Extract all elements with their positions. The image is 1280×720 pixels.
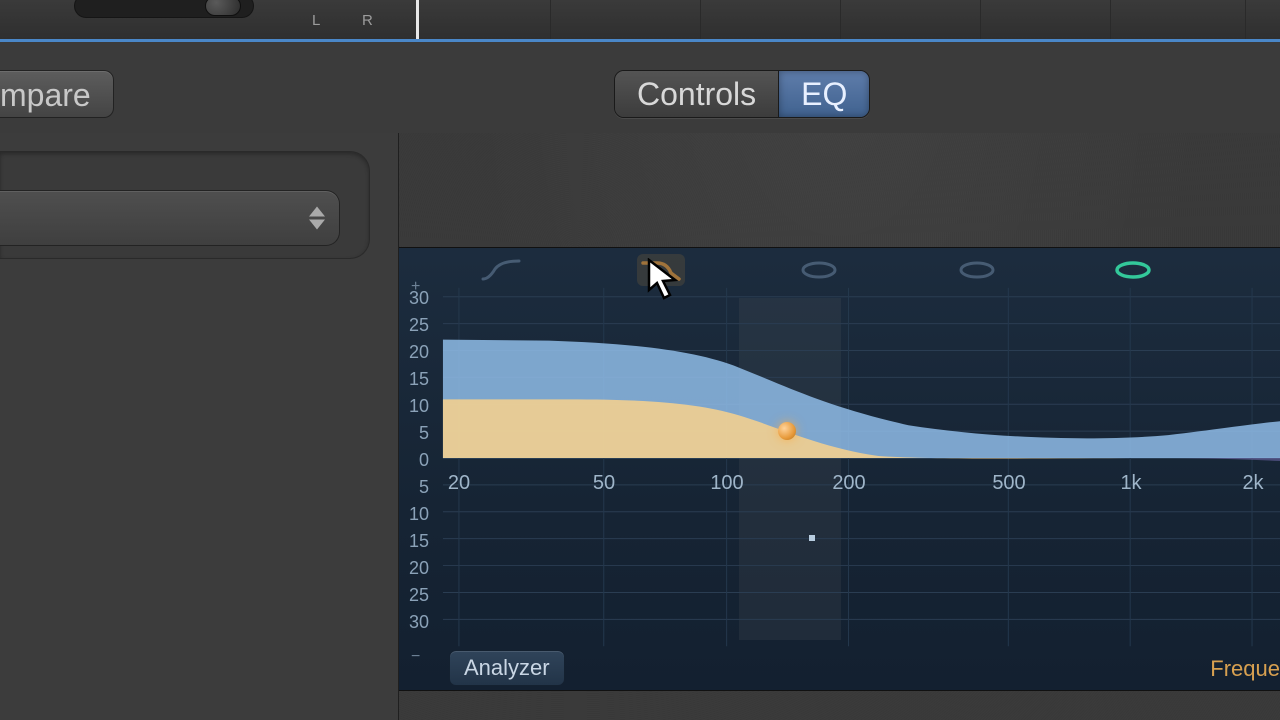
- y-tick: 20: [403, 342, 429, 363]
- transport-strip: L R: [0, 0, 1280, 40]
- compare-button[interactable]: mpare: [0, 70, 114, 118]
- tab-controls[interactable]: Controls: [615, 71, 779, 117]
- band-q-handle[interactable]: [809, 535, 815, 541]
- editor-tabs: Controls EQ: [614, 70, 870, 118]
- eq-area: + 30 25 20 15 10 5 0 5 10 15 20 25 30 − …: [398, 133, 1280, 720]
- analyzer-label: Analyzer: [464, 655, 550, 680]
- y-tick: 10: [403, 396, 429, 417]
- analyzer-button[interactable]: Analyzer: [449, 650, 565, 686]
- band-handle[interactable]: [778, 422, 796, 440]
- y-minus-icon: −: [411, 648, 420, 666]
- y-tick: 20: [403, 558, 429, 579]
- band-peak2-icon[interactable]: [953, 254, 1001, 286]
- band-lowshelf-icon[interactable]: [637, 254, 685, 286]
- left-panel: [0, 133, 398, 720]
- y-tick: 5: [403, 423, 429, 444]
- y-tick: 30: [403, 612, 429, 633]
- tab-eq[interactable]: EQ: [779, 71, 869, 117]
- ruler-tick: [1110, 0, 1111, 40]
- tab-controls-label: Controls: [637, 76, 756, 112]
- pan-knob[interactable]: [205, 0, 241, 16]
- stepper-icon: [309, 207, 327, 230]
- x-tick: 500: [992, 472, 1025, 495]
- ruler-tick: [1245, 0, 1246, 40]
- y-tick: 15: [403, 531, 429, 552]
- pan-left-label: L: [312, 12, 320, 29]
- playhead-marker[interactable]: [416, 0, 419, 40]
- y-tick: 5: [403, 477, 429, 498]
- y-tick: 0: [403, 450, 429, 471]
- y-tick: 15: [403, 369, 429, 390]
- ruler-tick: [980, 0, 981, 40]
- eq-graph[interactable]: [399, 248, 1280, 690]
- y-tick: 25: [403, 585, 429, 606]
- band-highpass-icon[interactable]: [477, 254, 525, 286]
- x-tick: 2k: [1242, 472, 1263, 495]
- tab-eq-label: EQ: [801, 76, 847, 112]
- x-tick: 200: [832, 472, 865, 495]
- band-peak3-icon[interactable]: [1109, 254, 1157, 286]
- x-tick: 50: [593, 472, 615, 495]
- pan-right-label: R: [362, 12, 373, 29]
- ruler-tick: [840, 0, 841, 40]
- preset-well: [0, 151, 370, 259]
- compare-label: mpare: [0, 77, 91, 113]
- y-tick: 30: [403, 288, 429, 309]
- x-tick: 1k: [1120, 472, 1141, 495]
- y-tick: 25: [403, 315, 429, 336]
- frequency-readout-label: Freque: [1210, 656, 1280, 682]
- y-tick: 10: [403, 504, 429, 525]
- x-tick: 20: [448, 472, 470, 495]
- x-tick: 100: [710, 472, 743, 495]
- eq-panel[interactable]: + 30 25 20 15 10 5 0 5 10 15 20 25 30 − …: [399, 247, 1280, 691]
- ruler-tick: [550, 0, 551, 40]
- band-peak1-icon[interactable]: [795, 254, 843, 286]
- ruler-tick: [700, 0, 701, 40]
- preset-dropdown[interactable]: [0, 190, 340, 246]
- pan-slider[interactable]: [74, 0, 254, 18]
